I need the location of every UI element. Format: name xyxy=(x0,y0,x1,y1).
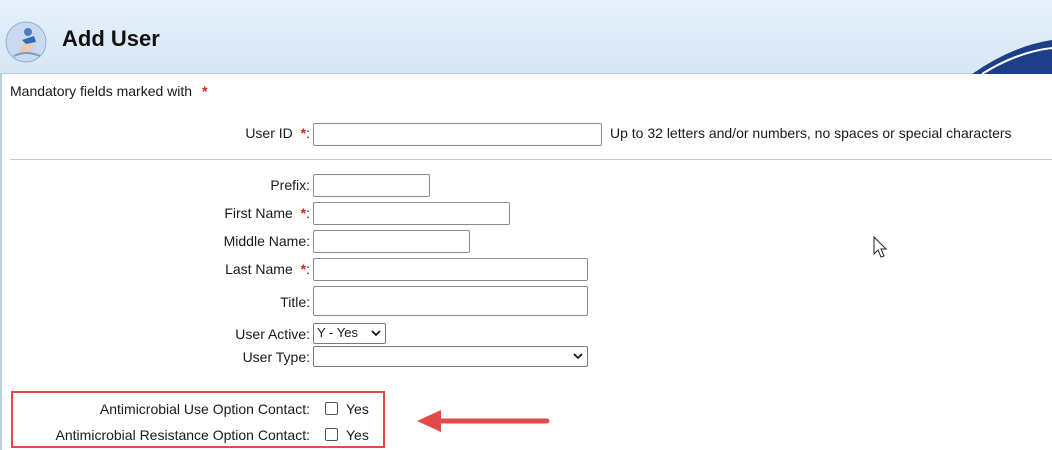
mouse-pointer-icon xyxy=(873,236,888,258)
user-id-input[interactable] xyxy=(313,123,602,146)
middle-name-label-text: Middle Name xyxy=(223,233,307,249)
last-name-label: Last Name *: xyxy=(225,261,310,277)
antimicrobial-resistance-contact-label: Antimicrobial Resistance Option Contact: xyxy=(55,427,310,443)
user-id-label: User ID *: xyxy=(245,125,310,141)
label-colon: : xyxy=(306,177,310,193)
arrow-left-icon xyxy=(417,410,550,432)
mandatory-note-text: Mandatory fields marked with xyxy=(10,83,193,99)
page-title: Add User xyxy=(62,26,160,51)
prefix-label-text: Prefix xyxy=(270,177,307,193)
antimicrobial-use-contact-label: Antimicrobial Use Option Contact: xyxy=(99,401,310,417)
label-colon: : xyxy=(306,261,310,277)
user-active-select[interactable]: Y - Yes xyxy=(313,323,386,344)
title-label: Title: xyxy=(280,294,310,310)
chevron-down-icon xyxy=(573,353,583,360)
page-header: Add User xyxy=(0,0,1052,74)
mandatory-note: Mandatory fields marked with * xyxy=(10,83,207,99)
title-input[interactable] xyxy=(313,286,588,316)
user-active-selected-value: Y - Yes xyxy=(317,325,358,340)
user-type-label: User Type: xyxy=(243,349,310,365)
middle-name-label: Middle Name: xyxy=(224,233,310,249)
antimicrobial-resistance-contact-yes-label: Yes xyxy=(346,427,369,443)
label-colon: : xyxy=(306,233,310,249)
user-active-label-text: User Active xyxy=(235,326,307,342)
required-star: * xyxy=(201,83,208,99)
label-colon: : xyxy=(306,125,310,141)
antimicrobial-use-contact-yes-label: Yes xyxy=(346,401,369,417)
label-colon: : xyxy=(306,349,310,365)
first-name-input[interactable] xyxy=(313,202,510,225)
nhsn-logo-icon xyxy=(5,21,47,63)
middle-name-input[interactable] xyxy=(313,230,470,253)
header-swoosh-decoration xyxy=(972,40,1052,74)
label-colon: : xyxy=(306,294,310,310)
user-type-select[interactable] xyxy=(313,346,588,367)
first-name-label-text: First Name xyxy=(224,205,293,221)
label-colon: : xyxy=(306,205,310,221)
first-name-label: First Name *: xyxy=(224,205,310,221)
last-name-label-text: Last Name xyxy=(225,261,293,277)
prefix-label: Prefix: xyxy=(270,177,310,193)
user-id-label-text: User ID xyxy=(245,125,293,141)
prefix-input[interactable] xyxy=(313,174,430,197)
label-colon: : xyxy=(306,326,310,342)
user-active-label: User Active: xyxy=(235,326,310,342)
antimicrobial-use-contact-checkbox[interactable] xyxy=(325,402,338,415)
last-name-input[interactable] xyxy=(313,258,588,281)
section-divider xyxy=(10,159,1052,160)
antimicrobial-resistance-contact-checkbox[interactable] xyxy=(325,428,338,441)
title-label-text: Title xyxy=(280,294,307,310)
user-type-label-text: User Type xyxy=(242,349,307,365)
chevron-down-icon xyxy=(371,330,381,337)
user-id-hint: Up to 32 letters and/or numbers, no spac… xyxy=(610,125,1012,141)
